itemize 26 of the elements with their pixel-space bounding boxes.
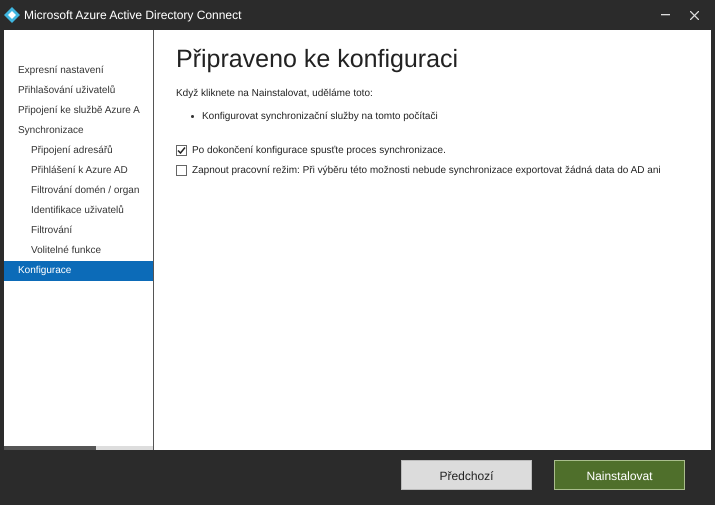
- sidebar-item[interactable]: Filtrování: [4, 221, 153, 241]
- sidebar-item[interactable]: Přihlášení k Azure AD: [4, 161, 153, 181]
- app-logo-icon: [4, 7, 20, 23]
- sidebar-item[interactable]: Konfigurace: [4, 261, 153, 281]
- sidebar-item[interactable]: Expresní nastavení: [4, 61, 153, 81]
- bullet-icon: [191, 115, 194, 118]
- intro-text: Když kliknete na Nainstalovat, uděláme toto:: [176, 87, 374, 101]
- page-heading: Připraveno ke konfiguraci: [176, 44, 460, 74]
- checkbox[interactable]: [176, 164, 187, 176]
- bullet-text: Konfigurovat synchronizační služby na tomto počítači: [202, 110, 438, 124]
- sidebar-item[interactable]: Přihlašování uživatelů: [4, 81, 153, 101]
- checkbox-label: Zapnout pracovní režim: Při výběru této možnosti nebude synchronizace exportovat žádná data do AD ani: [192, 164, 661, 178]
- close-icon[interactable]: [690, 10, 699, 20]
- checkbox[interactable]: [176, 144, 187, 156]
- install-button[interactable]: Nainstalovat: [554, 460, 685, 490]
- horizontal-scrollbar[interactable]: [4, 446, 153, 450]
- sidebar-item[interactable]: Připojení ke službě Azure A: [4, 101, 153, 121]
- sidebar-item[interactable]: Filtrování domén / organ: [4, 181, 153, 201]
- sidebar-item[interactable]: Připojení adresářů: [4, 141, 153, 161]
- back-button[interactable]: Předchozí: [401, 460, 532, 490]
- sidebar-item[interactable]: Synchronizace: [4, 121, 153, 141]
- sidebar-item[interactable]: Identifikace uživatelů: [4, 201, 153, 221]
- sidebar-item[interactable]: Volitelné funkce: [4, 241, 153, 261]
- checkbox-label: Po dokončení konfigurace spusťte proces synchronizace.: [192, 144, 446, 158]
- minimize-icon[interactable]: [661, 14, 670, 16]
- window-title: Microsoft Azure Active Directory Connect: [24, 7, 242, 24]
